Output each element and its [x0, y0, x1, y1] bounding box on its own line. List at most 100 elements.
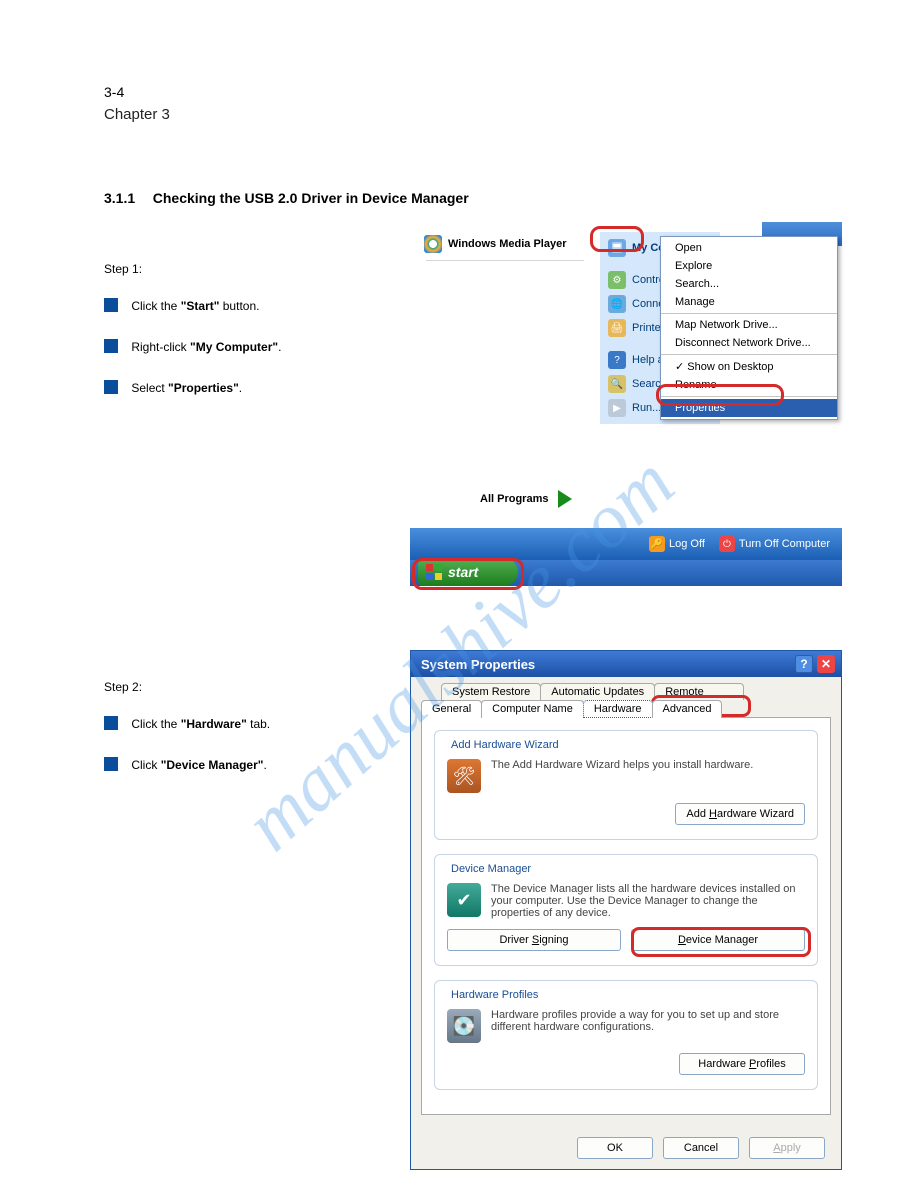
- add-hardware-wizard-button[interactable]: Add Hardware Wizard: [675, 803, 805, 825]
- text-bold: "My Computer": [190, 340, 278, 354]
- arrow-right-icon: [558, 490, 572, 508]
- highlight-my-computer: [590, 226, 644, 252]
- cancel-button[interactable]: Cancel: [663, 1137, 739, 1159]
- separator: [661, 313, 837, 314]
- help-icon: ?: [608, 351, 626, 369]
- section-number: 3.1.1: [104, 190, 135, 206]
- text: tab.: [247, 717, 270, 731]
- text: .: [263, 758, 266, 772]
- step2-block: Step 2: Click the "Hardware" tab. Click …: [104, 680, 270, 776]
- bullet-icon: [104, 716, 118, 730]
- section-title: 3.1.1 Checking the USB 2.0 Driver in Dev…: [104, 190, 469, 206]
- section-heading: Checking the USB 2.0 Driver in Device Ma…: [153, 190, 469, 206]
- text: Click the: [131, 717, 180, 731]
- text-bold: "Start": [181, 299, 220, 313]
- bullet-icon: [104, 380, 118, 394]
- ok-button[interactable]: OK: [577, 1137, 653, 1159]
- cm-map-drive[interactable]: Map Network Drive...: [661, 316, 837, 334]
- bullet-icon: [104, 757, 118, 771]
- close-button[interactable]: ✕: [817, 655, 835, 673]
- tab-general[interactable]: General: [421, 700, 482, 718]
- highlight-properties: [656, 384, 784, 406]
- turnoff-button[interactable]: ⏻ Turn Off Computer: [719, 536, 830, 552]
- step1-bullet-2: Right-click "My Computer".: [104, 339, 281, 354]
- step2-bullet-2: Click "Device Manager".: [104, 757, 270, 772]
- titlebar: System Properties ? ✕: [411, 651, 841, 677]
- hardware-tab-body: Add Hardware Wizard 🛠 The Add Hardware W…: [421, 717, 831, 1115]
- group-title: Device Manager: [447, 863, 535, 875]
- cm-open[interactable]: Open: [661, 239, 837, 257]
- run-icon: ▶: [608, 399, 626, 417]
- highlight-device-manager-button: [631, 927, 811, 957]
- label: Turn Off Computer: [739, 538, 830, 550]
- label: Log Off: [669, 538, 705, 550]
- tab-advanced[interactable]: Advanced: [652, 700, 723, 718]
- hardware-wizard-icon: 🛠: [447, 759, 481, 793]
- separator: [426, 260, 584, 261]
- highlight-start-button: [412, 558, 524, 590]
- tab-hardware[interactable]: Hardware: [583, 700, 653, 718]
- group-title: Hardware Profiles: [447, 989, 542, 1001]
- separator: [661, 354, 837, 355]
- text: .: [278, 340, 281, 354]
- page-header: 3-4 Chapter 3: [104, 84, 844, 123]
- hardware-profiles-icon: 💽: [447, 1009, 481, 1043]
- system-properties-dialog: System Properties ? ✕ System Restore Aut…: [410, 650, 842, 1170]
- bullet-icon: [104, 339, 118, 353]
- tabs-area: System Restore Automatic Updates Remote …: [411, 677, 841, 1115]
- label: Run...: [632, 402, 661, 414]
- text: button.: [219, 299, 259, 313]
- cm-show-on-desktop[interactable]: ✓ Show on Desktop: [661, 357, 837, 376]
- text: Click the: [131, 299, 180, 313]
- all-programs[interactable]: All Programs: [480, 490, 572, 508]
- group-text: Hardware profiles provide a way for you …: [491, 1009, 805, 1033]
- cm-manage[interactable]: Manage: [661, 293, 837, 311]
- power-icon: ⏻: [719, 536, 735, 552]
- wmp-shortcut[interactable]: Windows Media Player: [420, 232, 590, 256]
- step2-bullet-1: Click the "Hardware" tab.: [104, 716, 270, 731]
- printer-icon: 🖨: [608, 319, 626, 337]
- device-manager-icon: ✔: [447, 883, 481, 917]
- group-title: Add Hardware Wizard: [447, 739, 563, 751]
- text-bold: "Properties": [168, 381, 239, 395]
- cm-search[interactable]: Search...: [661, 275, 837, 293]
- hardware-profiles-button[interactable]: Hardware Profiles: [679, 1053, 805, 1075]
- step1-bullet-1: Click the "Start" button.: [104, 298, 281, 313]
- wmp-label: Windows Media Player: [448, 238, 567, 250]
- search-icon: 🔍: [608, 375, 626, 393]
- step1-label: Step 1:: [104, 262, 281, 276]
- text: Click: [131, 758, 160, 772]
- cm-disconnect-drive[interactable]: Disconnect Network Drive...: [661, 334, 837, 352]
- group-add-hardware-wizard: Add Hardware Wizard 🛠 The Add Hardware W…: [434, 730, 818, 840]
- text: Select: [131, 381, 168, 395]
- apply-button[interactable]: Apply: [749, 1137, 825, 1159]
- chapter-label: Chapter 3: [104, 106, 844, 123]
- start-menu-screenshot: Windows Media Player 🖥 My Com ⚙ Control …: [410, 222, 842, 586]
- step1-block: Step 1: Click the "Start" button. Right-…: [104, 262, 281, 399]
- step1-bullet-3: Select "Properties".: [104, 380, 281, 395]
- tab-automatic-updates[interactable]: Automatic Updates: [540, 683, 655, 700]
- start-menu-footer: 🔑 Log Off ⏻ Turn Off Computer: [410, 528, 842, 560]
- help-button[interactable]: ?: [795, 655, 813, 673]
- bullet-icon: [104, 298, 118, 312]
- globe-icon: 🌐: [608, 295, 626, 313]
- text: Right-click: [131, 340, 190, 354]
- text: .: [239, 381, 242, 395]
- control-panel-icon: ⚙: [608, 271, 626, 289]
- text-bold: "Device Manager": [161, 758, 264, 772]
- group-hardware-profiles: Hardware Profiles 💽 Hardware profiles pr…: [434, 980, 818, 1090]
- driver-signing-button[interactable]: Driver Signing: [447, 929, 621, 951]
- wmp-icon: [424, 235, 442, 253]
- tab-system-restore[interactable]: System Restore: [441, 683, 541, 700]
- dialog-footer: OK Cancel Apply: [577, 1137, 825, 1159]
- tab-computer-name[interactable]: Computer Name: [481, 700, 584, 718]
- group-text: The Device Manager lists all the hardwar…: [491, 883, 805, 919]
- logoff-button[interactable]: 🔑 Log Off: [649, 536, 705, 552]
- dialog-title: System Properties: [421, 657, 535, 672]
- key-icon: 🔑: [649, 536, 665, 552]
- text-bold: "Hardware": [181, 717, 247, 731]
- cm-explore[interactable]: Explore: [661, 257, 837, 275]
- group-device-manager: Device Manager ✔ The Device Manager list…: [434, 854, 818, 966]
- start-left-column: Windows Media Player: [420, 232, 590, 265]
- step2-label: Step 2:: [104, 680, 270, 694]
